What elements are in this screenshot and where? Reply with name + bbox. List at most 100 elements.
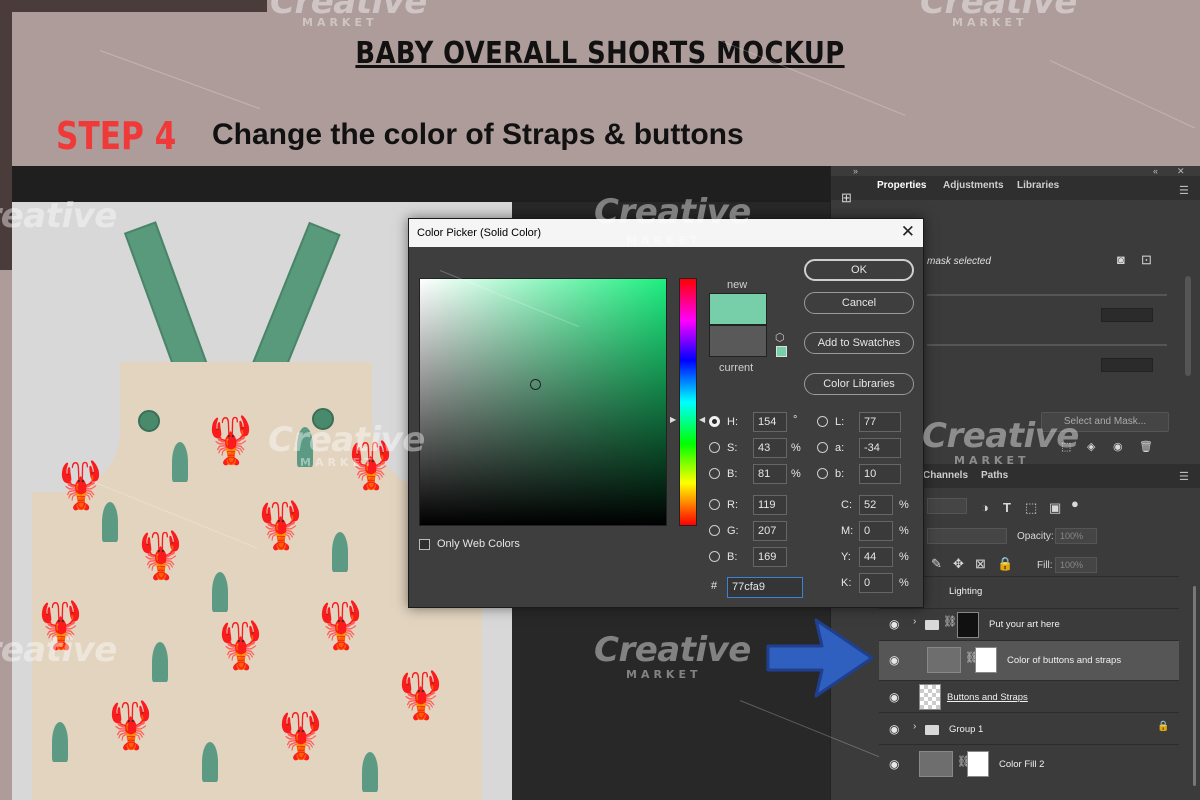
close-icon[interactable]: ✕ (901, 222, 915, 242)
feather-field[interactable] (1101, 358, 1153, 372)
layer-row-put-your-art[interactable]: ◉ › ⛓ Put your art here (879, 608, 1179, 640)
radio-hue[interactable] (709, 416, 720, 427)
cyan-input[interactable]: 52 (859, 495, 893, 515)
layer-name: Lighting (949, 586, 983, 597)
add-to-swatches-button[interactable]: Add to Swatches (804, 332, 914, 354)
density-field[interactable] (1101, 308, 1153, 322)
brightness-input[interactable]: 81 (753, 464, 787, 484)
seaweed (362, 752, 378, 792)
tab-channels[interactable]: Channels (923, 470, 968, 481)
lock-move-icon[interactable]: ✥ (953, 556, 964, 572)
magenta-input[interactable]: 0 (859, 521, 893, 541)
web-safe-swatch[interactable] (776, 346, 787, 357)
lobster-icon: 🦞 (272, 709, 330, 761)
radio-lab-a[interactable] (817, 442, 828, 453)
folder-icon (925, 620, 939, 630)
type-filter-icon[interactable]: T (1003, 500, 1011, 515)
blue-input[interactable]: 169 (753, 547, 787, 567)
lobster-icon: 🦞 (202, 414, 260, 466)
hex-input[interactable]: 77cfa9 (727, 577, 803, 598)
blend-mode-select[interactable] (927, 528, 1007, 544)
radio-red[interactable] (709, 499, 720, 510)
red-input[interactable]: 119 (753, 495, 787, 515)
mask-thumbnail (975, 647, 997, 673)
layers-scrollbar[interactable] (1193, 586, 1196, 786)
smart-object-filter-icon[interactable]: ▣ (1049, 500, 1061, 516)
tab-libraries[interactable]: Libraries (1017, 180, 1059, 191)
trash-icon[interactable]: 🗑 (1139, 440, 1153, 453)
tab-adjustments[interactable]: Adjustments (943, 180, 1004, 191)
layer-row-buttons-and-straps[interactable]: ◉ Buttons and Straps (879, 680, 1179, 712)
feather-slider[interactable] (927, 344, 1167, 346)
radio-blue[interactable] (709, 551, 720, 562)
layer-thumbnail (957, 612, 979, 638)
radio-green[interactable] (709, 525, 720, 536)
lock-brush-icon[interactable]: ✎ (931, 556, 942, 572)
lab-a-input[interactable]: -34 (859, 438, 901, 458)
visibility-eye-icon[interactable]: ◉ (889, 617, 899, 631)
current-color-swatch[interactable] (709, 325, 767, 357)
color-libraries-button[interactable]: Color Libraries (804, 373, 914, 395)
layer-row-color-fill-2[interactable]: ◉ ⛓ Color Fill 2 (879, 744, 1179, 784)
visibility-eye-icon[interactable]: ◉ (889, 722, 899, 736)
layer-row-group-1[interactable]: ◉ › Group 1 🔒 (879, 712, 1179, 744)
radio-lab-l[interactable] (817, 416, 828, 427)
only-web-colors-checkbox[interactable] (419, 539, 430, 550)
tab-paths[interactable]: Paths (981, 470, 1008, 481)
hue-arrow-right-icon[interactable]: ◀ (699, 415, 705, 424)
filter-toggle-icon[interactable]: ● (1071, 496, 1079, 511)
eye-icon[interactable]: ◉ (1113, 440, 1123, 453)
layer-row-color-of-buttons[interactable]: ◉ ⛓ Color of buttons and straps (879, 640, 1179, 680)
visibility-eye-icon[interactable]: ◉ (889, 757, 899, 771)
hue-input[interactable]: 154 (753, 412, 787, 432)
visibility-eye-icon[interactable]: ◉ (889, 690, 899, 704)
watermark-sub: MARKET (300, 456, 376, 469)
black-input[interactable]: 0 (859, 573, 893, 593)
watermark-sub: MARKET (952, 16, 1028, 29)
green-input[interactable]: 207 (753, 521, 787, 541)
layers-menu-icon[interactable]: ☰ (1179, 470, 1189, 483)
collapse-right-icon[interactable]: « (1153, 166, 1158, 176)
lobster-icon: 🦞 (212, 619, 270, 671)
color-cursor[interactable] (530, 379, 541, 390)
radio-saturation[interactable] (709, 442, 720, 453)
fill-field[interactable]: 100% (1055, 557, 1097, 573)
tool-strip-icon[interactable]: ⊞ (841, 190, 852, 206)
cube-icon[interactable]: ⬡ (775, 331, 785, 344)
hue-arrow-left-icon[interactable]: ▶ (670, 415, 676, 424)
watermark-text: Creative (0, 196, 117, 236)
filter-kind-select[interactable] (927, 498, 967, 514)
ok-button[interactable]: OK (804, 259, 914, 281)
opacity-field[interactable]: 100% (1055, 528, 1097, 544)
density-slider[interactable] (927, 294, 1167, 296)
visibility-eye-icon[interactable]: ◉ (889, 653, 899, 667)
collapse-left-icon[interactable]: » (853, 166, 858, 176)
cancel-button[interactable]: Cancel (804, 292, 914, 314)
lock-artboard-icon[interactable]: ⊠ (975, 556, 986, 572)
chevron-right-icon[interactable]: › (913, 721, 916, 732)
yellow-input[interactable]: 44 (859, 547, 893, 567)
watermark-line (1049, 60, 1196, 129)
vector-mask-icon[interactable]: ⊡ (1141, 252, 1152, 268)
shape-filter-icon[interactable]: ⬚ (1025, 500, 1037, 516)
tab-properties[interactable]: Properties (870, 176, 933, 196)
saturation-input[interactable]: 43 (753, 438, 787, 458)
seaweed (332, 532, 348, 572)
lab-l-input[interactable]: 77 (859, 412, 901, 432)
seaweed (212, 572, 228, 612)
radio-lab-b[interactable] (817, 468, 828, 479)
saturation-brightness-field[interactable] (419, 278, 667, 526)
hue-slider[interactable] (679, 278, 697, 526)
lab-b-input[interactable]: 10 (859, 464, 901, 484)
radio-brightness[interactable] (709, 468, 720, 479)
new-color-swatch (709, 293, 767, 325)
layer-row-lighting[interactable]: Lighting (879, 576, 1179, 608)
lock-all-icon[interactable]: 🔒 (997, 556, 1013, 572)
adjustment-filter-icon[interactable]: ◑ (981, 500, 989, 515)
pixel-mask-icon[interactable]: ◙ (1117, 252, 1125, 267)
chevron-right-icon[interactable]: › (913, 616, 916, 627)
apply-mask-icon[interactable]: ◈ (1087, 440, 1095, 453)
lobster-icon: 🦞 (102, 699, 160, 751)
properties-scrollbar[interactable] (1185, 276, 1191, 376)
panel-menu-icon[interactable]: ☰ (1179, 184, 1189, 197)
